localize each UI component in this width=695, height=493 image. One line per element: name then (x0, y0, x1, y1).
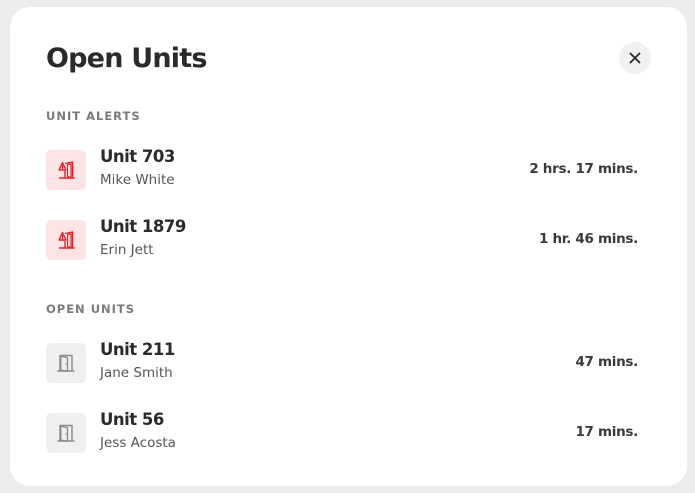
assignee-name: Jane Smith (100, 365, 173, 381)
section-label-unit-alerts: UNIT ALERTS (46, 109, 141, 123)
unit-alert-row[interactable]: Unit 703 Mike White 2 hrs. 17 mins. (46, 146, 638, 194)
assignee-name: Mike White (100, 172, 175, 188)
assignee-name: Erin Jett (100, 242, 154, 258)
unit-alert-row[interactable]: Unit 1879 Erin Jett 1 hr. 46 mins. (46, 216, 638, 264)
unit-name: Unit 703 (100, 147, 175, 166)
door-alert-icon (46, 220, 86, 260)
open-unit-row[interactable]: Unit 211 Jane Smith 47 mins. (46, 339, 638, 387)
open-door-icon (46, 413, 86, 453)
open-duration: 47 mins. (575, 354, 638, 370)
door-alert-icon (46, 150, 86, 190)
unit-name: Unit 211 (100, 340, 175, 359)
open-door-icon (46, 343, 86, 383)
modal-title: Open Units (46, 43, 207, 74)
close-button[interactable] (619, 42, 651, 74)
assignee-name: Jess Acosta (100, 435, 176, 451)
open-duration: 2 hrs. 17 mins. (529, 161, 638, 177)
open-duration: 1 hr. 46 mins. (538, 231, 638, 247)
open-units-modal: Open Units UNIT ALERTS Unit 703 Mike Whi… (10, 7, 687, 486)
open-duration: 17 mins. (575, 424, 638, 440)
close-icon (629, 52, 641, 64)
unit-name: Unit 56 (100, 410, 164, 429)
unit-name: Unit 1879 (100, 217, 186, 236)
open-unit-row[interactable]: Unit 56 Jess Acosta 17 mins. (46, 409, 638, 457)
section-label-open-units: OPEN UNITS (46, 302, 136, 316)
